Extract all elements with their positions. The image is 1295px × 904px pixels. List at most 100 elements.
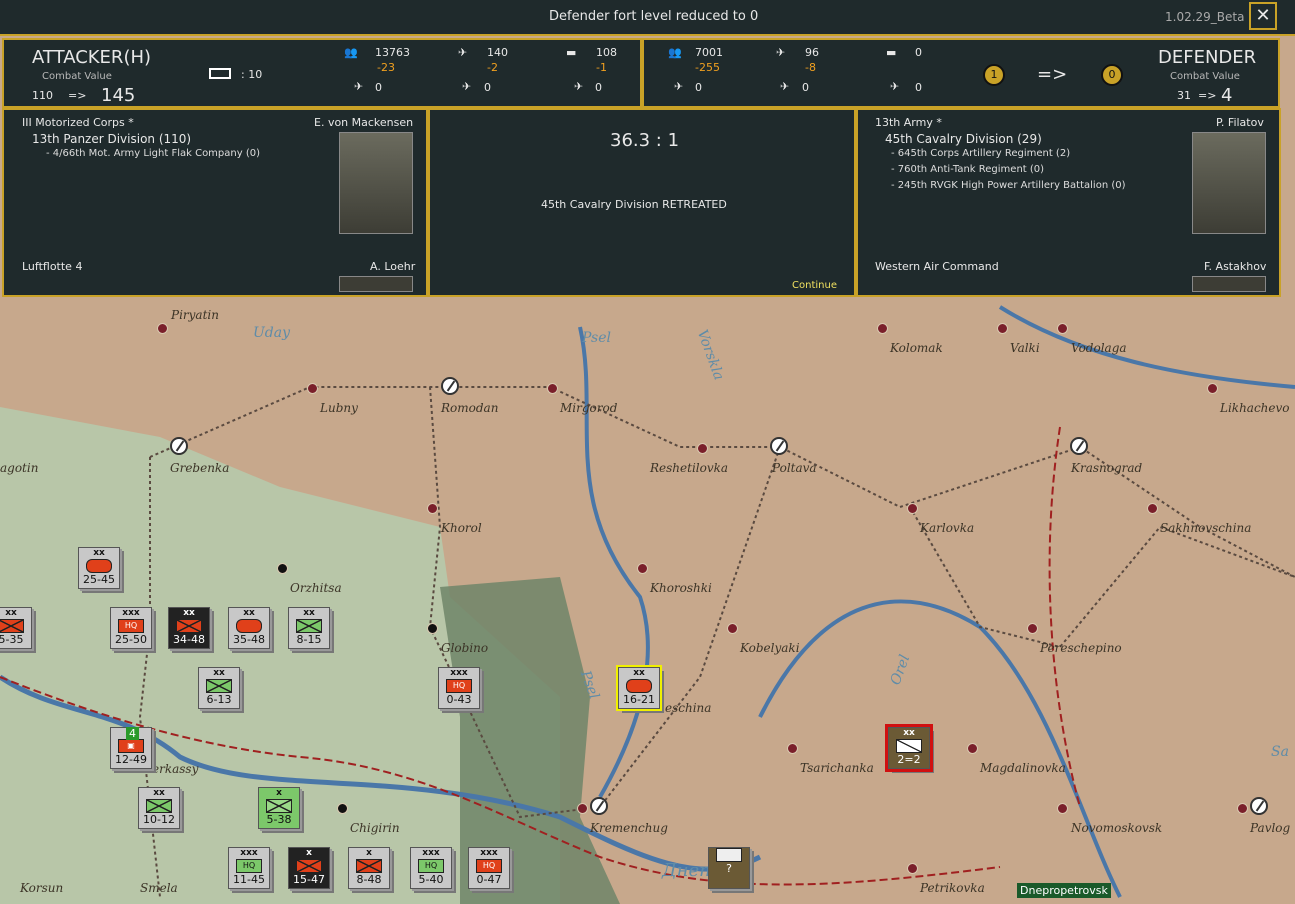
city-label: Karlovka: [920, 521, 975, 535]
town-marker: [1027, 623, 1038, 634]
selected-unit-counter[interactable]: xx 16-21: [616, 665, 662, 711]
defender-men-loss: -255: [695, 61, 720, 74]
infantry-symbol: [206, 679, 232, 693]
attacker-guns: 140: [487, 46, 508, 59]
defender-commander: P. Filatov: [1216, 116, 1264, 129]
city-label: Khorol: [441, 521, 482, 535]
unit-counter[interactable]: xxx HQ 25-50: [110, 607, 152, 649]
river-label: Sa: [1271, 744, 1289, 760]
enemy-unit-counter[interactable]: xx 2=2: [885, 724, 933, 772]
air-commander-portrait: [339, 276, 413, 292]
gun-icon: ✈: [458, 46, 468, 59]
hq-symbol: HQ: [476, 859, 502, 873]
tank-icon: ▬: [566, 46, 577, 59]
close-button[interactable]: ✕: [1249, 2, 1277, 30]
town-marker: [547, 383, 558, 394]
fort-before-badge: 1: [983, 64, 1005, 86]
attacker-air-command: Luftflotte 4: [22, 260, 83, 273]
defender-army: 13th Army *: [875, 116, 942, 129]
attacker-men-loss: -23: [377, 61, 395, 74]
defender-detail: 13th Army * P. Filatov 45th Cavalry Divi…: [856, 108, 1281, 297]
unit-counter[interactable]: xxx HQ 0-47: [468, 847, 510, 889]
town-marker: [157, 323, 168, 334]
attacker-tanks-loss: -1: [596, 61, 607, 74]
fighter-icon: ✈: [354, 80, 364, 93]
city-label: Kremenchug: [590, 821, 668, 835]
unit-counter[interactable]: xx 25-45: [78, 547, 120, 589]
unit-counter[interactable]: xx 10-12: [138, 787, 180, 829]
terrain-layer: [0, 305, 1295, 904]
infantry-symbol: [296, 859, 322, 873]
unit-counter[interactable]: xx 34-48: [168, 607, 210, 649]
city-label: Valki: [1010, 341, 1040, 355]
hex-map[interactable]: Uday Psel Vorskla Psel Orel Днеп Sa Piry…: [0, 297, 1295, 904]
town-marker: [1147, 503, 1158, 514]
city-label: Khoroshki: [650, 581, 712, 595]
defender-attachment: - 645th Corps Artillery Regiment (2): [891, 148, 1071, 159]
town-marker: [427, 623, 438, 634]
city-label: Vodolaga: [1071, 341, 1127, 355]
attacker-division: 13th Panzer Division (110): [32, 132, 192, 146]
defender-air2: 0: [802, 81, 809, 94]
city-label: eschina: [665, 701, 712, 715]
attacker-guns-loss: -2: [487, 61, 498, 74]
fort-after-badge: 0: [1101, 64, 1123, 86]
defender-guns-loss: -8: [805, 61, 816, 74]
town-marker: [907, 503, 918, 514]
river-label: Uday: [253, 325, 291, 341]
defender-cv-base: 31: [1177, 89, 1191, 102]
bomber-icon: ✈: [462, 80, 472, 93]
cavalry-symbol: [896, 739, 922, 753]
unit-counter[interactable]: x 5-38: [258, 787, 300, 829]
stack-count-badge: 4: [126, 727, 139, 740]
defender-air1: 0: [695, 81, 702, 94]
city-label: Likhachevo: [1220, 401, 1290, 415]
highlighted-hex-label: Dnepropetrovsk: [1017, 883, 1111, 898]
fighter-icon: ✈: [674, 80, 684, 93]
city-label: Krasnograd: [1071, 461, 1143, 475]
unit-counter[interactable]: xx 35-48: [228, 607, 270, 649]
city-label: Orzhitsa: [290, 581, 342, 595]
town-marker: [727, 623, 738, 634]
gun-icon: ✈: [776, 46, 786, 59]
version-label: 1.02.29_Beta: [1165, 10, 1245, 24]
town-marker: [277, 563, 288, 574]
river-label: Psel: [582, 330, 611, 346]
city-label: Grebenka: [170, 461, 230, 475]
unit-counter[interactable]: xx 5-35: [0, 607, 32, 649]
unit-counter[interactable]: xxx HQ 0-43: [438, 667, 480, 709]
city-label: erkassy: [152, 762, 199, 776]
attacker-cv-arrow: =>: [68, 89, 87, 102]
hq-symbol: HQ: [118, 619, 144, 633]
rail-hub-icon: [170, 437, 188, 455]
unit-counter[interactable]: xx 8-15: [288, 607, 330, 649]
hq-symbol: HQ: [418, 859, 444, 873]
attacker-tanks: 108: [596, 46, 617, 59]
infantry-symbol: [0, 619, 24, 633]
train-symbol: ▣: [118, 739, 144, 753]
continue-button[interactable]: Continue: [792, 280, 837, 291]
defender-cv-arrow: =>: [1198, 89, 1217, 102]
city-label: Petrikovka: [920, 881, 985, 895]
town-marker: [427, 503, 438, 514]
defender-men: 7001: [695, 46, 723, 59]
attacker-cv-final: 145: [101, 85, 136, 106]
unit-counter[interactable]: x 15-47: [288, 847, 330, 889]
unknown-unit-counter[interactable]: ?: [708, 847, 750, 889]
unit-counter[interactable]: xx 6-13: [198, 667, 240, 709]
town-marker: [337, 803, 348, 814]
attacker-air2: 0: [484, 81, 491, 94]
armor-symbol: [236, 619, 262, 633]
city-label: Korsun: [20, 881, 64, 895]
attacker-title: ATTACKER(H): [32, 47, 152, 68]
combat-message: Defender fort level reduced to 0: [549, 9, 759, 24]
envelope-icon: [716, 848, 742, 862]
armor-symbol: [626, 679, 652, 693]
unit-counter[interactable]: x 8-48: [348, 847, 390, 889]
city-label: Piryatin: [171, 308, 219, 322]
unit-counter[interactable]: xxx HQ 5-40: [410, 847, 452, 889]
infantry-symbol: [146, 799, 172, 813]
defender-attachment: - 760th Anti-Tank Regiment (0): [891, 164, 1045, 175]
unit-counter[interactable]: xxx HQ 11-45: [228, 847, 270, 889]
men-icon: 👥: [344, 46, 358, 59]
